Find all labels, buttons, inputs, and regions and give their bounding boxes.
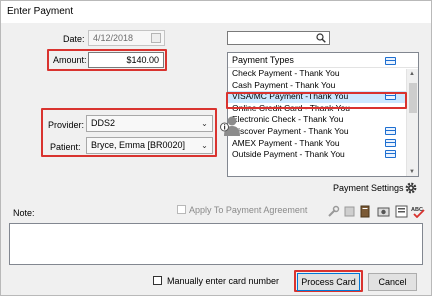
window-title: Enter Payment [1,1,431,23]
payment-type-item[interactable]: Check Payment - Thank You [228,68,418,80]
provider-value: DDS2 [91,118,116,128]
payment-type-item[interactable]: AMEX Payment - Thank You [228,138,418,150]
patient-label: Patient: [50,142,81,152]
date-label: Date: [63,34,85,44]
note-textarea[interactable] [9,223,423,265]
credit-card-icon [385,138,396,147]
amount-value: $140.00 [126,55,159,65]
patient-info-icon[interactable] [220,115,240,137]
payment-type-item[interactable]: Electronic Check - Thank You [228,114,418,126]
payment-types-rows: Check Payment - Thank You Cash Payment -… [228,68,418,161]
patient-select[interactable]: Bryce, Emma [BR0020] ⌄ [86,137,213,154]
camera-icon[interactable] [377,205,390,218]
amount-label: Amount: [53,55,87,65]
amount-input[interactable]: $140.00 [88,52,164,68]
selected-type-highlight [226,92,407,109]
payment-types-header: Payment Types [228,53,418,68]
scroll-down-icon[interactable]: ▼ [409,169,415,175]
agreement-label: Apply To Payment Agreement [189,205,308,215]
patient-value: Bryce, Emma [BR0020] [91,140,186,150]
date-field: 4/12/2018 [88,30,165,46]
agreement-checkbox[interactable] [177,205,186,214]
manual-card-label: Manually enter card number [167,276,280,286]
payment-types-scrollbar[interactable]: ▲ ▼ [406,69,418,176]
process-card-button[interactable]: Process Card [297,273,360,291]
credit-card-icon [385,126,396,135]
stamp-icon[interactable] [343,205,356,218]
payment-settings-label[interactable]: Payment Settings [333,183,404,193]
payment-types-list[interactable]: Payment Types Check Payment - Thank You … [227,52,419,177]
payment-type-search-input[interactable] [227,31,330,45]
wrench-icon[interactable] [327,205,340,218]
scroll-thumb[interactable] [409,83,417,113]
manual-card-checkbox[interactable] [153,276,162,285]
calendar-icon [151,33,161,43]
credit-card-icon [385,150,396,159]
enter-payment-dialog: Enter Payment Date: 4/12/2018 Amount: $1… [0,0,432,296]
note-label: Note: [13,208,35,218]
history-icon[interactable] [395,205,408,218]
scroll-up-icon[interactable]: ▲ [409,71,415,77]
payment-type-item[interactable]: Cash Payment - Thank You [228,80,418,92]
chevron-down-icon: ⌄ [201,119,208,128]
provider-select[interactable]: DDS2 ⌄ [86,115,213,132]
document-icon[interactable] [359,205,372,218]
search-icon [316,33,326,43]
credit-card-icon [385,57,396,65]
cancel-button[interactable]: Cancel [368,273,417,291]
spellcheck-icon[interactable]: ABC [411,205,427,218]
provider-label: Provider: [48,120,85,130]
date-value: 4/12/2018 [93,33,134,43]
payment-type-item[interactable]: Discover Payment - Thank You [228,126,418,138]
payment-type-item[interactable]: Outside Payment - Thank You [228,149,418,161]
gear-icon[interactable] [404,181,418,195]
chevron-down-icon: ⌄ [201,141,208,150]
